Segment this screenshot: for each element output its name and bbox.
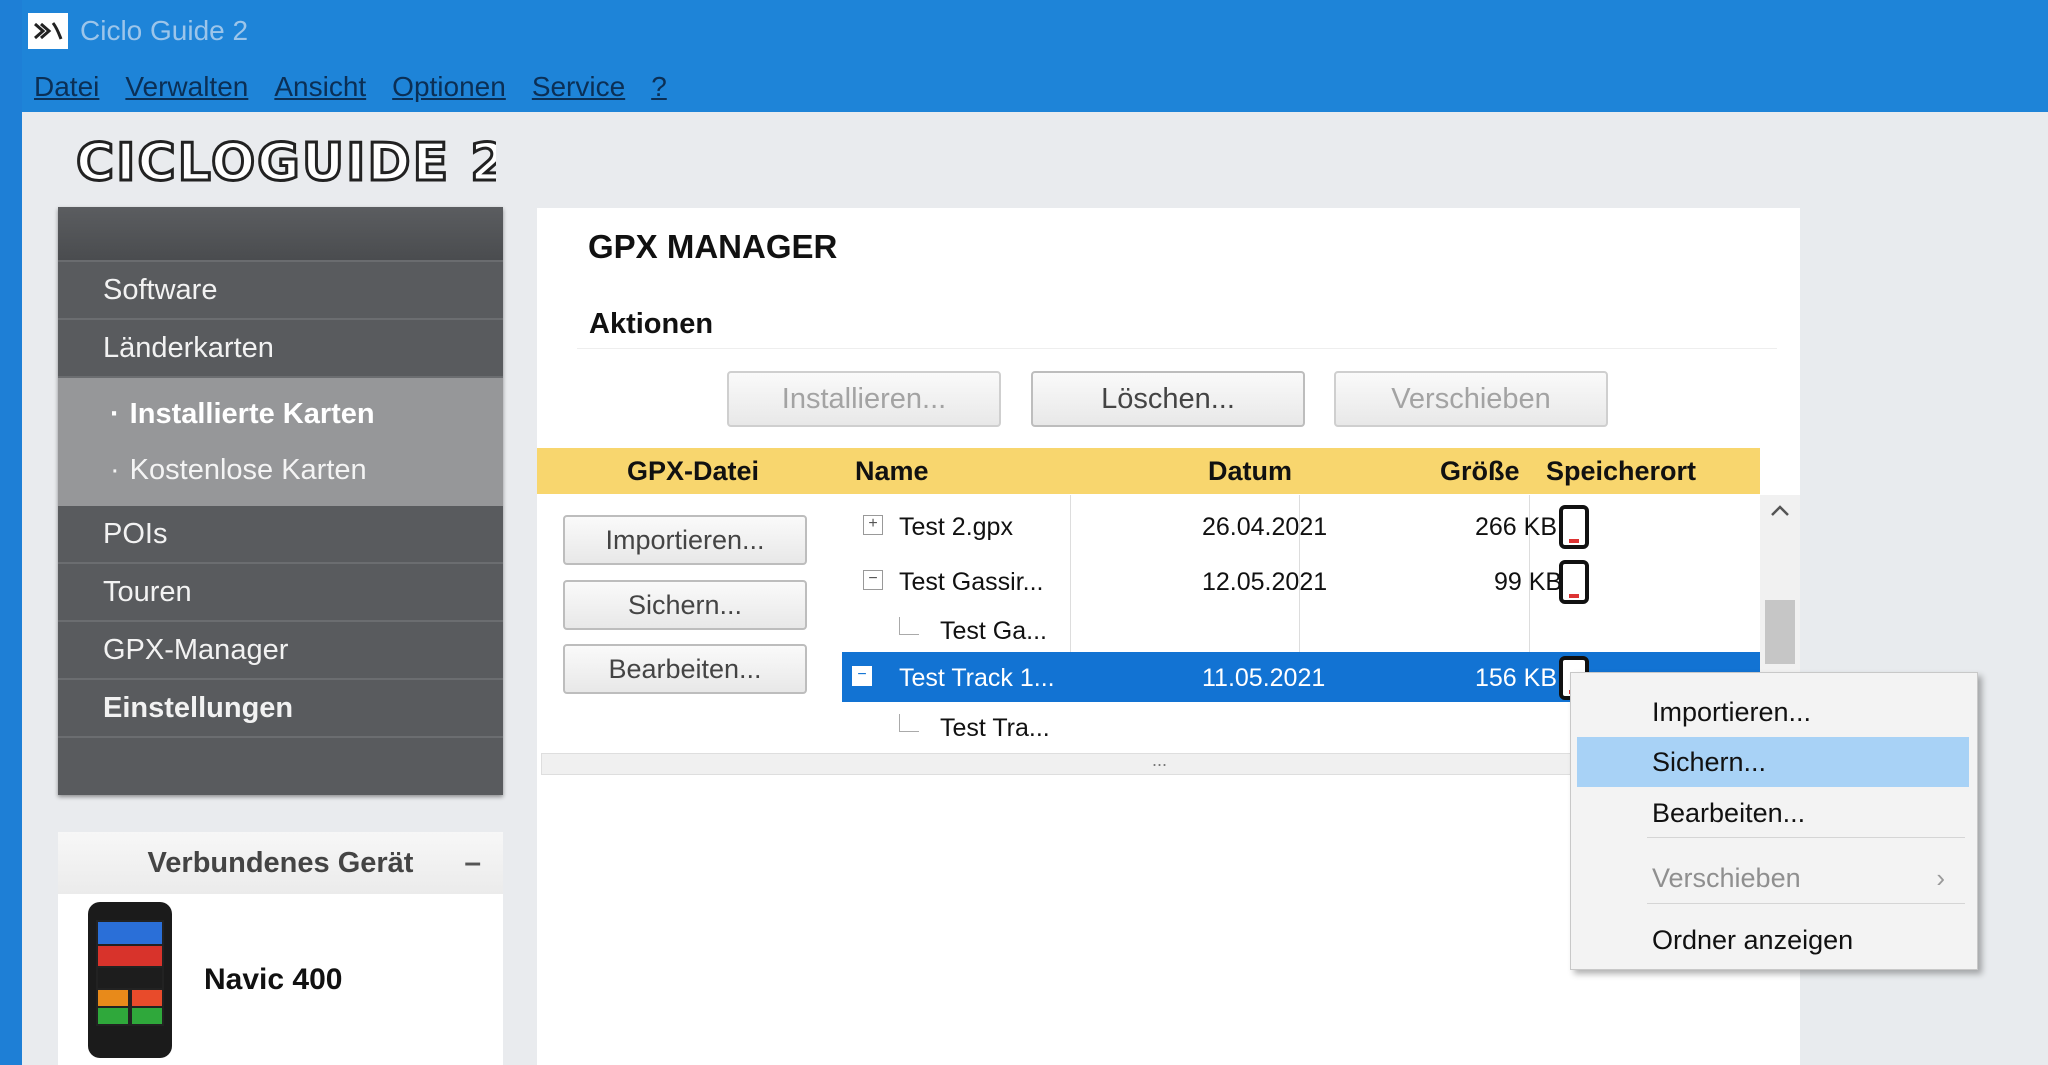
menu-verwalten[interactable]: Verwalten xyxy=(125,71,248,103)
ctx-edit[interactable]: Bearbeiten... xyxy=(1577,788,1969,838)
row-name: Test Tra... xyxy=(940,714,1050,742)
sidebar-subitem-kostenlose-karten[interactable]: · Kostenlose Karten xyxy=(58,442,503,498)
page-title: GPX MANAGER xyxy=(588,228,838,265)
menu-separator xyxy=(1647,837,1965,838)
tree-connector xyxy=(899,617,919,635)
collapse-icon[interactable]: − xyxy=(852,666,872,686)
context-menu: Importieren... Sichern... Bearbeiten... … xyxy=(1570,672,1978,970)
connected-device-panel: Verbundenes Gerät – Navic 400 xyxy=(58,832,503,1065)
device-info: Navic 400 xyxy=(58,894,503,1065)
import-button[interactable]: Importieren... xyxy=(563,515,807,565)
row-date: 11.05.2021 xyxy=(1202,664,1326,692)
collapse-icon[interactable]: − xyxy=(863,570,883,590)
actions-heading: Aktionen xyxy=(589,308,714,340)
expand-icon[interactable]: + xyxy=(863,515,883,535)
menu-separator xyxy=(1647,903,1965,904)
row-date: 26.04.2021 xyxy=(1202,513,1328,541)
menu-service[interactable]: Service xyxy=(532,71,625,103)
app-icon xyxy=(28,13,68,49)
menu-help[interactable]: ? xyxy=(651,71,667,103)
col-location[interactable]: Speicherort xyxy=(1546,456,1696,487)
scroll-up-icon[interactable] xyxy=(1760,495,1800,525)
row-name: Test Ga... xyxy=(940,617,1047,645)
sidebar-item-laenderkarten[interactable]: Länderkarten xyxy=(58,320,503,378)
title-bar: Ciclo Guide 2 xyxy=(22,0,2048,62)
divider xyxy=(577,348,1777,349)
device-storage-icon xyxy=(1559,505,1589,549)
collapse-button[interactable]: – xyxy=(464,846,481,880)
save-button[interactable]: Sichern... xyxy=(563,580,807,630)
move-button[interactable]: Verschieben xyxy=(1334,371,1608,427)
logo-text: CICLOGUIDE 2 xyxy=(76,133,496,192)
row-size: 266 KB xyxy=(1475,513,1558,541)
device-panel-header: Verbundenes Gerät – xyxy=(58,832,503,894)
edit-button[interactable]: Bearbeiten... xyxy=(563,644,807,694)
sidebar-header xyxy=(58,207,503,262)
sidebar-subitem-installierte-karten[interactable]: · Installierte Karten xyxy=(58,386,503,442)
cicloguide-logo: CICLOGUIDE 2 xyxy=(76,132,496,192)
sidebar-item-einstellungen[interactable]: Einstellungen xyxy=(58,680,503,738)
row-name: Test Gassir... xyxy=(899,568,1044,596)
window-left-border xyxy=(0,0,22,1065)
sidebar-item-gpx-manager[interactable]: GPX-Manager xyxy=(58,622,503,680)
tree-connector xyxy=(899,714,919,732)
gps-device-icon xyxy=(88,901,172,1058)
sidebar-submenu: · Installierte Karten · Kostenlose Karten xyxy=(58,378,503,506)
menu-optionen[interactable]: Optionen xyxy=(392,71,506,103)
scroll-grip-icon: ... xyxy=(1152,750,1168,770)
table-header: GPX-Datei Name Datum Größe Speicherort xyxy=(537,448,1760,494)
vertical-scrollbar-thumb[interactable] xyxy=(1765,600,1795,664)
col-date[interactable]: Datum xyxy=(1208,456,1292,487)
ctx-move[interactable]: Verschieben › xyxy=(1577,853,1969,903)
ctx-save[interactable]: Sichern... xyxy=(1577,737,1969,787)
ctx-show-folder[interactable]: Ordner anzeigen xyxy=(1577,915,1969,965)
col-name[interactable]: Name xyxy=(855,456,929,487)
menu-datei[interactable]: Datei xyxy=(34,71,99,103)
row-date: 12.05.2021 xyxy=(1202,568,1328,596)
table-row-child[interactable]: Test Ga... xyxy=(842,605,1760,655)
ctx-move-label: Verschieben xyxy=(1652,862,1801,893)
chevron-right-icon: › xyxy=(1936,862,1945,893)
table-row[interactable]: − Test Gassir... 12.05.2021 99 KB xyxy=(842,556,1760,606)
sidebar-item-pois[interactable]: POIs xyxy=(58,506,503,564)
delete-button[interactable]: Löschen... xyxy=(1031,371,1305,427)
table-row[interactable]: + Test 2.gpx 26.04.2021 266 KB xyxy=(842,501,1760,551)
row-size: 99 KB xyxy=(1494,568,1563,596)
device-panel-title: Verbundenes Gerät xyxy=(147,846,414,879)
subitem-label: Kostenlose Karten xyxy=(129,453,367,486)
install-button[interactable]: Installieren... xyxy=(727,371,1001,427)
sidebar-item-software[interactable]: Software xyxy=(58,262,503,320)
device-storage-icon xyxy=(1559,560,1589,604)
row-name: Test Track 1... xyxy=(899,664,1055,692)
subitem-label: Installierte Karten xyxy=(129,397,375,430)
menu-bar: Datei Verwalten Ansicht Optionen Service… xyxy=(22,62,2048,112)
col-size[interactable]: Größe xyxy=(1440,456,1520,487)
sidebar: Software Länderkarten · Installierte Kart… xyxy=(58,207,503,795)
row-name: Test 2.gpx xyxy=(899,513,1013,541)
window-title: Ciclo Guide 2 xyxy=(80,15,249,46)
menu-ansicht[interactable]: Ansicht xyxy=(274,71,366,103)
row-size: 156 KB xyxy=(1475,664,1558,692)
ctx-import[interactable]: Importieren... xyxy=(1577,687,1969,737)
col-gpx-file[interactable]: GPX-Datei xyxy=(627,456,759,487)
device-name: Navic 400 xyxy=(204,962,343,996)
sidebar-item-touren[interactable]: Touren xyxy=(58,564,503,622)
